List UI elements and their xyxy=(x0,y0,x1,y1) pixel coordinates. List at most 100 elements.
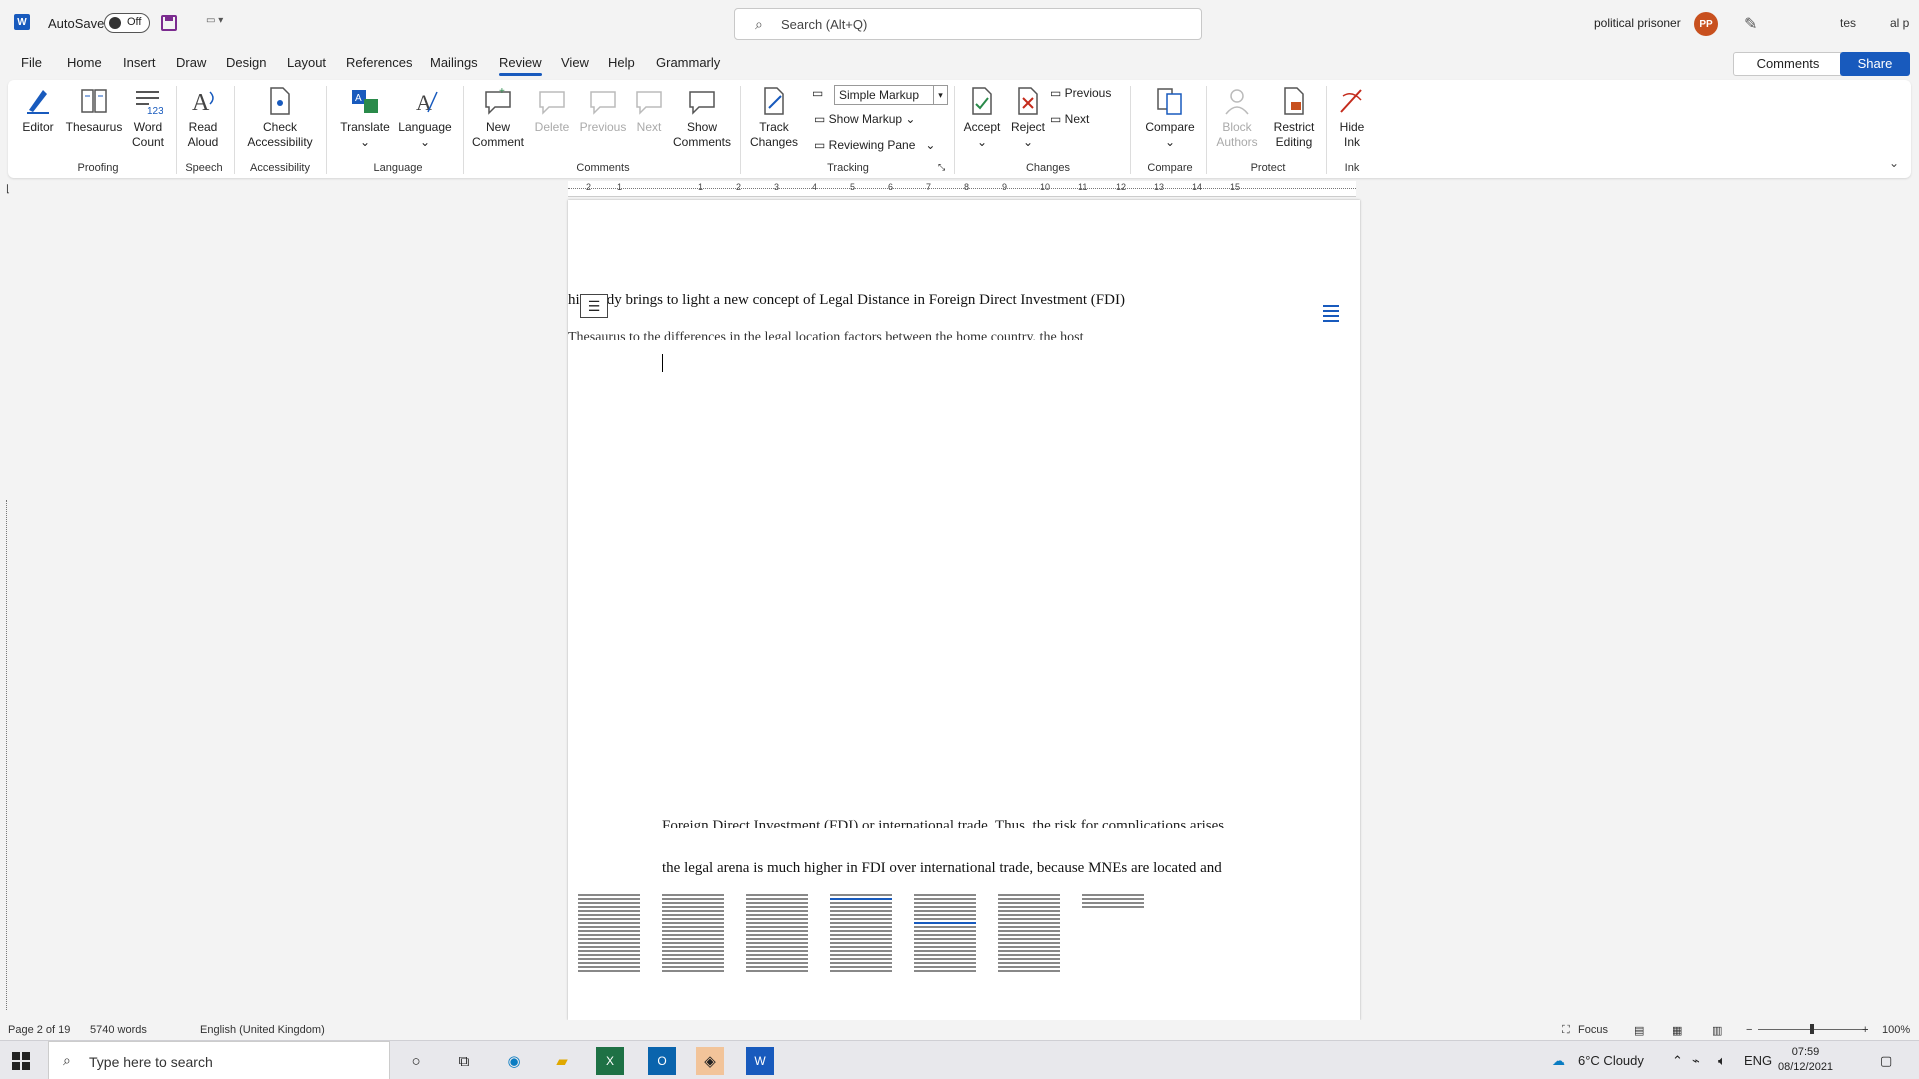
ribbon: Editor Thesaurus 123 Word Count Proofing… xyxy=(8,80,1911,178)
page-thumbnail[interactable] xyxy=(912,892,978,980)
collapse-ribbon-icon[interactable]: ⌄ xyxy=(1889,156,1899,170)
read-mode-icon[interactable]: ▤ xyxy=(1634,1024,1644,1037)
zoom-out-icon[interactable]: − xyxy=(1746,1024,1752,1036)
page-thumbnail[interactable] xyxy=(996,892,1062,980)
tab-layout[interactable]: Layout xyxy=(287,55,326,70)
accessibility-icon xyxy=(265,86,295,116)
page-count[interactable]: Page 2 of 19 xyxy=(8,1024,70,1036)
language-button[interactable]: A Language ⌄ xyxy=(394,86,456,150)
word-count[interactable]: 5740 words xyxy=(90,1024,147,1036)
task-view-icon[interactable]: ⧉ xyxy=(450,1047,478,1075)
tab-design[interactable]: Design xyxy=(226,55,266,70)
reviewing-pane-button[interactable]: ▭ Reviewing Pane ⌄ xyxy=(814,138,935,152)
new-comment-button[interactable]: + New Comment xyxy=(468,86,528,150)
next-change-button[interactable]: ▭ Next xyxy=(1050,112,1089,126)
block-authors-label-1: Block xyxy=(1222,120,1252,134)
translate-button[interactable]: A Translate ⌄ xyxy=(338,86,392,150)
excel-icon[interactable]: X xyxy=(596,1047,624,1075)
zoom-level[interactable]: 100% xyxy=(1882,1024,1910,1036)
clock[interactable]: 07:59 08/12/2021 xyxy=(1778,1045,1833,1075)
focus-button[interactable]: Focus xyxy=(1578,1024,1608,1036)
side-pane-icon[interactable] xyxy=(1323,305,1339,335)
customize-qat-icon[interactable]: ▭ ▾ xyxy=(206,15,230,31)
outlook-icon[interactable]: O xyxy=(648,1047,676,1075)
share-button[interactable]: Share xyxy=(1840,52,1910,76)
save-icon[interactable] xyxy=(161,15,177,31)
tab-file[interactable]: File xyxy=(21,55,42,70)
tab-insert[interactable]: Insert xyxy=(123,55,156,70)
restrict-editing-button[interactable]: Restrict Editing xyxy=(1266,86,1322,150)
tab-draw[interactable]: Draw xyxy=(176,55,206,70)
network-icon[interactable]: ⌁ xyxy=(1692,1053,1700,1069)
horizontal-ruler[interactable]: 2 1 1 2 3 4 5 6 7 8 9 10 11 12 13 14 15 xyxy=(568,181,1356,197)
accept-label: Accept xyxy=(963,120,1001,134)
weather-text[interactable]: 6°C Cloudy xyxy=(1578,1053,1644,1068)
zoom-slider-handle[interactable] xyxy=(1810,1024,1814,1034)
check-accessibility-button[interactable]: Check Accessibility xyxy=(240,86,320,150)
vertical-ruler[interactable] xyxy=(6,500,16,1010)
avatar[interactable]: PP xyxy=(1694,12,1718,36)
autosave-toggle[interactable]: Off xyxy=(104,13,150,33)
page-thumbnail[interactable] xyxy=(576,892,642,980)
tab-review[interactable]: Review xyxy=(499,55,542,76)
search-icon: ⌕ xyxy=(755,16,763,32)
page-thumbnail[interactable] xyxy=(828,892,894,980)
proofing-language[interactable]: English (United Kingdom) xyxy=(200,1024,325,1036)
tab-references[interactable]: References xyxy=(346,55,412,70)
tab-view[interactable]: View xyxy=(561,55,589,70)
next-comment-button[interactable]: Next xyxy=(632,86,666,135)
block-authors-label-2: Authors xyxy=(1216,135,1258,149)
search-input[interactable]: ⌕ Search (Alt+Q) xyxy=(734,8,1202,40)
document-page[interactable]: his study brings to light a new concept … xyxy=(568,200,1360,1020)
tracking-dialog-launcher-icon[interactable]: ⤡ xyxy=(938,162,945,173)
window-extra-1[interactable]: tes xyxy=(1840,16,1856,30)
app-icon[interactable]: ◈ xyxy=(696,1047,724,1075)
tab-grammarly[interactable]: Grammarly xyxy=(656,55,720,70)
word-count-button[interactable]: 123 Word Count xyxy=(128,86,168,150)
ruler-number: 1 xyxy=(698,182,704,192)
zoom-in-icon[interactable]: + xyxy=(1862,1024,1868,1036)
show-comments-button[interactable]: Show Comments xyxy=(670,86,734,150)
file-explorer-icon[interactable]: ▰ xyxy=(548,1047,576,1075)
reading-mode-icon[interactable]: ☰ xyxy=(580,294,608,318)
block-authors-button[interactable]: Block Authors xyxy=(1212,86,1262,150)
thesaurus-button[interactable]: Thesaurus xyxy=(64,86,124,135)
compare-button[interactable]: Compare ⌄ xyxy=(1138,86,1202,150)
zoom-slider[interactable] xyxy=(1758,1024,1868,1034)
delete-comment-button[interactable]: Delete xyxy=(530,86,574,135)
comments-button[interactable]: Comments xyxy=(1733,52,1843,76)
page-thumbnail[interactable] xyxy=(744,892,810,980)
edge-icon[interactable]: ◉ xyxy=(500,1047,528,1075)
word-logo-icon: W xyxy=(14,14,30,30)
pen-icon[interactable]: ✎ xyxy=(1744,14,1757,34)
volume-icon[interactable]: 🔈︎ xyxy=(1718,1053,1726,1069)
user-name[interactable]: political prisoner xyxy=(1594,16,1681,30)
document-line: the legal arena is much higher in FDI ov… xyxy=(662,860,1222,876)
editor-button[interactable]: Editor xyxy=(20,86,56,135)
print-layout-icon[interactable]: ▦ xyxy=(1672,1024,1682,1037)
web-layout-icon[interactable]: ▥ xyxy=(1712,1024,1722,1037)
input-language[interactable]: ENG xyxy=(1744,1053,1772,1068)
tab-mailings[interactable]: Mailings xyxy=(430,55,478,70)
accept-button[interactable]: Accept ⌄ xyxy=(960,86,1004,150)
previous-comment-button[interactable]: Previous xyxy=(576,86,630,135)
show-markup-button[interactable]: ▭ Show Markup ⌄ xyxy=(814,112,915,126)
tab-selector-icon[interactable]: ⌊ xyxy=(6,184,10,195)
taskbar-search-input[interactable]: ⌕ Type here to search xyxy=(48,1041,390,1079)
previous-change-button[interactable]: ▭ Previous xyxy=(1050,86,1111,100)
hide-ink-button[interactable]: Hide Ink xyxy=(1330,86,1374,150)
track-changes-button[interactable]: Track Changes xyxy=(744,86,804,150)
reject-button[interactable]: Reject ⌄ xyxy=(1006,86,1050,150)
show-hidden-icons-icon[interactable]: ⌃ xyxy=(1672,1053,1683,1069)
tab-home[interactable]: Home xyxy=(67,55,102,70)
window-extra-2[interactable]: al p xyxy=(1890,16,1909,30)
windows-start-icon[interactable] xyxy=(12,1052,30,1070)
page-thumbnail[interactable] xyxy=(660,892,726,980)
tab-help[interactable]: Help xyxy=(608,55,635,70)
page-thumbnail[interactable] xyxy=(1080,892,1146,912)
cortana-icon[interactable]: ○ xyxy=(402,1047,430,1075)
word-icon[interactable]: W xyxy=(746,1047,774,1075)
notifications-icon[interactable]: ▢ xyxy=(1880,1053,1892,1069)
markup-select[interactable]: Simple Markup ▾ xyxy=(834,85,948,105)
read-aloud-button[interactable]: A Read Aloud xyxy=(182,86,224,150)
